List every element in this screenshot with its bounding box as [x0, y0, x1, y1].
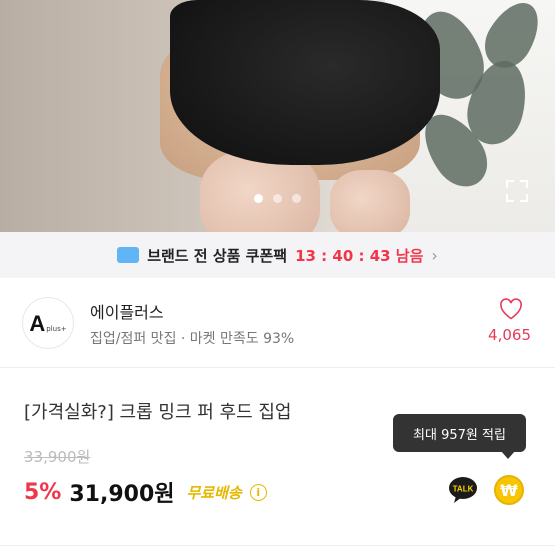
- coupon-timer: 13 : 40 : 43 남음: [295, 246, 424, 265]
- talk-icon[interactable]: TALK: [448, 476, 478, 504]
- seller-meta: 집업/점퍼 맛집 · 마켓 만족도 93%: [90, 331, 295, 347]
- carousel-indicator: [0, 194, 555, 203]
- product-image-carousel[interactable]: [0, 0, 555, 232]
- expand-icon[interactable]: [505, 179, 529, 203]
- free-shipping-label: 무료배송: [186, 483, 242, 502]
- info-icon[interactable]: i: [249, 483, 267, 501]
- logo-suffix: plus+: [46, 325, 67, 333]
- seller-name[interactable]: 에이플러스: [90, 299, 164, 323]
- discount-rate: 5%: [24, 479, 62, 505]
- like-count: 4,065: [488, 326, 531, 344]
- sale-price: 31,900원: [69, 482, 175, 507]
- points-icon[interactable]: ₩: [494, 475, 524, 505]
- seller-logo[interactable]: A plus+: [22, 297, 74, 349]
- seller-section[interactable]: A plus+ 에이플러스 집업/점퍼 맛집 · 마켓 만족도 93% 4,06…: [0, 278, 555, 368]
- price-row: 5% 31,900원 무료배송 i: [24, 476, 267, 508]
- logo-letter: A: [29, 311, 46, 336]
- talk-label: TALK: [453, 485, 474, 494]
- carousel-dot[interactable]: [292, 194, 301, 203]
- chevron-right-icon: ›: [431, 245, 438, 265]
- carousel-dot[interactable]: [254, 194, 263, 203]
- product-title: [가격실화?] 크롭 밍크 퍼 후드 집업: [24, 402, 292, 423]
- carousel-dot[interactable]: [273, 194, 282, 203]
- product-fur-jacket: [170, 0, 440, 165]
- heart-icon[interactable]: [499, 298, 523, 320]
- divider: [0, 545, 555, 546]
- reward-tooltip: 최대 957원 적립: [393, 414, 526, 459]
- original-price: 33,900원: [24, 448, 91, 466]
- coupon-text: 브랜드 전 상품 쿠폰팩: [147, 246, 288, 265]
- coupon-banner[interactable]: 브랜드 전 상품 쿠폰팩 13 : 40 : 43 남음 ›: [0, 232, 555, 278]
- coupon-icon: [117, 247, 140, 263]
